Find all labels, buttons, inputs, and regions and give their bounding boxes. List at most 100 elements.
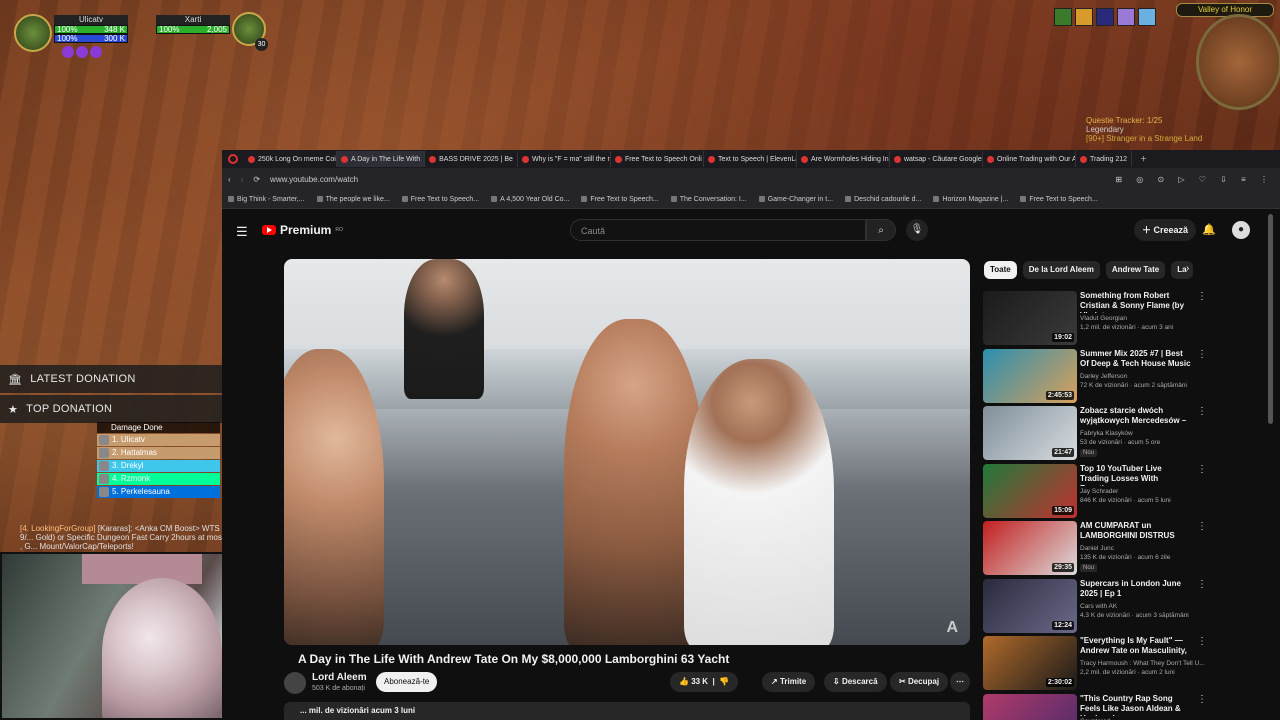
tab-7[interactable]: watsap - Căutare Google (890, 151, 983, 167)
chip-0[interactable]: Toate (984, 261, 1017, 279)
channel-avatar[interactable] (284, 672, 306, 694)
more-options-icon[interactable]: ⋮ (1197, 406, 1207, 417)
share-button[interactable]: ↗ Trimite (762, 672, 816, 692)
recommended-video[interactable]: 19:02 Something from Robert Cristian & So… (983, 291, 1273, 345)
bookmark-item[interactable]: Game-Changer in t... (758, 196, 833, 203)
buff-icon[interactable] (1075, 8, 1093, 26)
bookmark-item[interactable]: Big Think - Smarter,... (228, 196, 305, 203)
chip-1[interactable]: De la Lord Aleem (1022, 261, 1100, 279)
more-options-icon[interactable]: ⋮ (1197, 636, 1207, 647)
video-thumbnail[interactable]: 12:24 (983, 578, 1077, 633)
bookmark-item[interactable]: Free Text to Speech... (581, 196, 659, 203)
buff-icon[interactable] (1054, 8, 1072, 26)
chip-3[interactable]: La (1171, 261, 1193, 279)
browser-logo-icon[interactable] (228, 154, 238, 164)
notifications-icon[interactable]: 🔔 (1202, 223, 1216, 236)
recommended-video[interactable]: 21:47 Zobacz starcie dwóch wyjątkowych Me… (983, 406, 1273, 460)
quest-tracker[interactable]: Questie Tracker: 1/25 Legendary [90+] St… (1086, 116, 1202, 143)
video-thumbnail[interactable] (983, 693, 1077, 720)
video-channel[interactable]: Jay Schrader (1080, 488, 1118, 495)
recommended-video[interactable]: 2:45:53 Summer Mix 2025 #7 | Best Of Deep… (983, 348, 1273, 403)
target-frame[interactable]: Xarti 100% 2,005 (156, 15, 230, 34)
video-title[interactable]: Supercars in London June 2025 | Ep 1 (1080, 579, 1192, 599)
browser-window[interactable]: 250k Long On meme Coin A Day in The Life … (222, 150, 1280, 720)
menu-icon[interactable]: ☰ (236, 224, 248, 240)
bookmark-item[interactable]: Deschid cadourile d... (845, 196, 921, 203)
recommended-video[interactable]: "This Country Rap Song Feels Like Jason … (983, 693, 1273, 720)
channel-name[interactable]: Lord Aleem (312, 672, 367, 683)
avatar[interactable]: ● (1232, 221, 1250, 239)
video-thumbnail[interactable]: 29:35 (983, 521, 1077, 575)
video-channel[interactable]: Darley Jefferson (1080, 373, 1127, 380)
bookmark-item[interactable]: The people we like... (316, 196, 390, 203)
tab-2[interactable]: BASS DRIVE 2025 | Be (425, 151, 518, 167)
download-button[interactable]: ⇩ Descarcă (824, 672, 887, 692)
buff-icon[interactable] (1117, 8, 1135, 26)
reload-icon[interactable]: ⟳ (253, 175, 260, 184)
more-options-icon[interactable]: ⋮ (1197, 464, 1207, 475)
video-title[interactable]: Zobacz starcie dwóch wyjątkowych Mercede… (1080, 406, 1192, 428)
like-button[interactable]: 👍 33 K | 👎 (670, 672, 739, 692)
video-channel[interactable]: Fabryka Klasyków (1080, 430, 1133, 437)
tab-3[interactable]: Why is "F = ma" still the m (518, 151, 611, 167)
buff-icon[interactable] (1096, 8, 1114, 26)
clip-button[interactable]: ✂ Decupaj (890, 672, 949, 692)
recommended-video[interactable]: 2:30:02 "Everything Is My Fault" — Andrew… (983, 636, 1273, 690)
new-tab-icon[interactable]: ＋ (1140, 154, 1147, 164)
more-options-icon[interactable]: ⋮ (1197, 349, 1207, 360)
description-box[interactable]: ... mil. de vizionări acum 3 luni (284, 702, 970, 720)
player-portrait[interactable] (14, 14, 52, 52)
bookmark-item[interactable]: Free Text to Speech... (401, 196, 479, 203)
video-title[interactable]: "Everything Is My Fault" — Andrew Tate o… (1080, 636, 1192, 658)
more-options-icon[interactable]: ⋮ (1197, 521, 1207, 532)
buff-icon[interactable] (1138, 8, 1156, 26)
video-title[interactable]: "This Country Rap Song Feels Like Jason … (1080, 694, 1192, 716)
buff-bar[interactable] (1054, 8, 1156, 26)
bookmark-item[interactable]: A 4,500 Year Old Co... (491, 196, 569, 203)
search-button[interactable]: ⌕ (866, 219, 896, 241)
subscribe-button[interactable]: Abonează-te (376, 672, 438, 692)
video-thumbnail[interactable]: 19:02 (983, 291, 1077, 345)
tab-0[interactable]: 250k Long On meme Coin (244, 151, 337, 167)
scrollbar[interactable] (1268, 214, 1273, 424)
video-title[interactable]: AM CUMPARAT un LAMBORGHINI DISTRUS (1080, 521, 1192, 541)
more-actions-button[interactable]: ⋯ (950, 672, 970, 692)
recommended-video[interactable]: 15:09 Top 10 YouTuber Live Trading Losses… (983, 463, 1273, 518)
bookmark-item[interactable]: Horizon Magazine |... (933, 196, 1008, 203)
recommended-video[interactable]: 12:24 Supercars in London June 2025 | Ep … (983, 578, 1273, 633)
forward-icon[interactable]: › (241, 175, 244, 184)
video-thumbnail[interactable]: 2:30:02 (983, 636, 1077, 690)
youtube-logo[interactable]: Premium RO (262, 223, 343, 237)
chevron-right-icon[interactable]: › (1186, 263, 1189, 274)
more-options-icon[interactable]: ⋮ (1197, 579, 1207, 590)
microphone-icon[interactable]: 🎙 (906, 219, 928, 241)
chip-2[interactable]: Andrew Tate (1105, 261, 1166, 279)
tab-9[interactable]: Trading 212 (1076, 151, 1133, 167)
video-channel[interactable]: Tracy Harmoush : What They Don't Tell U.… (1080, 660, 1205, 667)
back-icon[interactable]: ‹ (228, 175, 231, 184)
recommended-video[interactable]: 29:35 AM CUMPARAT un LAMBORGHINI DISTRUS D… (983, 521, 1273, 575)
more-options-icon[interactable]: ⋮ (1197, 291, 1207, 302)
video-title[interactable]: Something from Robert Cristian & Sonny F… (1080, 291, 1192, 313)
damage-meter[interactable]: Damage Done 1. Ulicatv 2. Hattalmas 3. Dre… (97, 422, 220, 498)
bookmark-item[interactable]: Free Text to Speech... (1020, 196, 1098, 203)
address-bar[interactable]: ‹ › ⟳ www.youtube.com/watch ⊞ ◎ ⊙ ▷ ♡ ⇩ … (222, 168, 1280, 190)
video-player[interactable]: A (284, 259, 970, 645)
video-channel[interactable]: Vladut Georgian (1080, 315, 1127, 322)
tab-5[interactable]: Text to Speech | ElevenLa (704, 151, 797, 167)
create-button[interactable]: ＋ Creează (1134, 219, 1197, 241)
bookmark-item[interactable]: The Conversation: I... (670, 196, 747, 203)
tab-4[interactable]: Free Text to Speech Onli (611, 151, 704, 167)
extensions-icons[interactable]: ⊞ ◎ ⊙ ▷ ♡ ⇩ ≡ ⋮ (1115, 175, 1274, 184)
video-channel[interactable]: Daniel Junc (1080, 545, 1114, 552)
more-options-icon[interactable]: ⋮ (1197, 694, 1207, 705)
video-title[interactable]: Top 10 YouTuber Live Trading Losses With… (1080, 464, 1192, 486)
minimap[interactable] (1196, 14, 1280, 110)
search-input[interactable]: Caută (570, 219, 866, 241)
video-thumbnail[interactable]: 15:09 (983, 463, 1077, 518)
tab-8[interactable]: Online Trading with Our A (983, 151, 1076, 167)
tab-6[interactable]: Are Wormholes Hiding In (797, 151, 890, 167)
tab-1[interactable]: A Day in The Life With (337, 151, 426, 167)
video-title[interactable]: Summer Mix 2025 #7 | Best Of Deep & Tech… (1080, 349, 1192, 371)
video-thumbnail[interactable]: 2:45:53 (983, 348, 1077, 403)
